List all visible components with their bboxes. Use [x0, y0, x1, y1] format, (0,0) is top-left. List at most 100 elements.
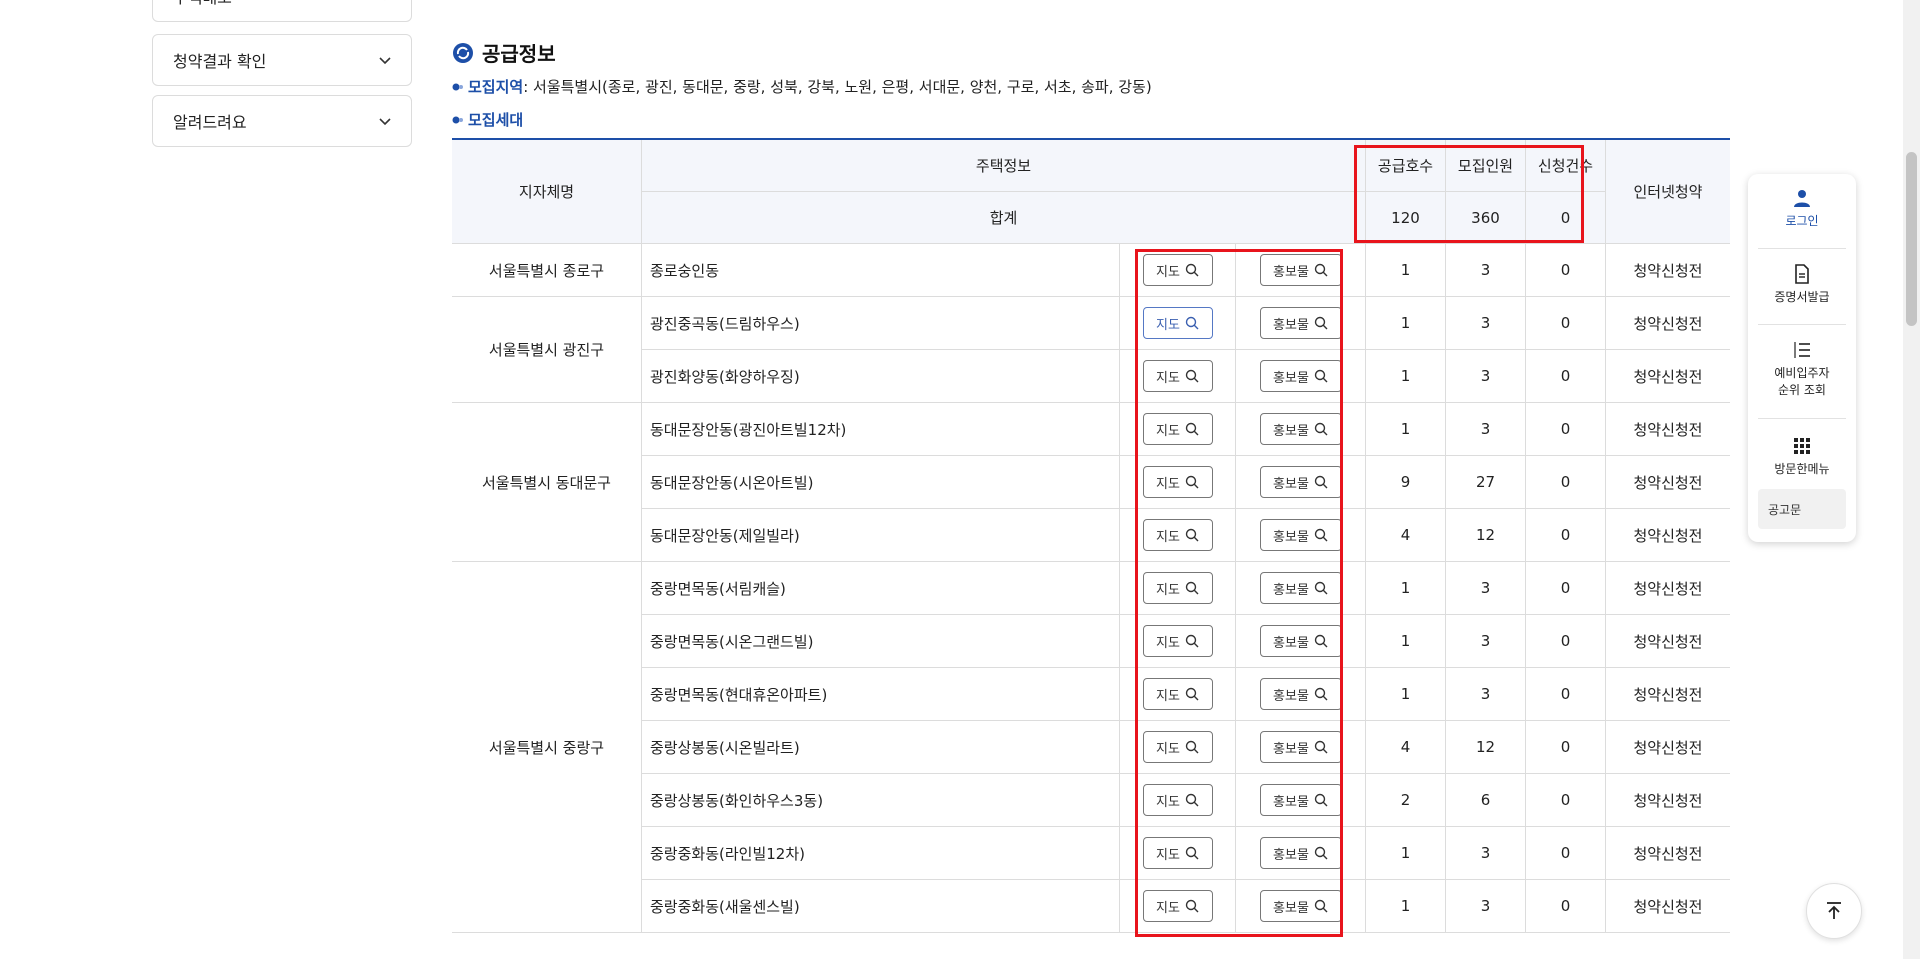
applications-value: 0 [1526, 562, 1606, 614]
map-button[interactable]: 지도 [1142, 254, 1213, 286]
sidebar-item-housing[interactable]: 주택배포 [152, 0, 412, 22]
promo-button[interactable]: 홍보물 [1259, 678, 1342, 710]
table-row: 중랑면목동(시온그랜드빌) 지도 홍보물 1 3 0 청약신청전 [642, 615, 1730, 668]
refresh-circle-icon [453, 42, 473, 63]
divider [1758, 418, 1846, 419]
supply-value: 9 [1366, 456, 1446, 508]
search-icon [1314, 846, 1328, 860]
ranking-button[interactable]: 예비입주자 순위 조회 [1748, 340, 1856, 398]
promo-button[interactable]: 홍보물 [1259, 519, 1342, 551]
supply-value: 1 [1366, 562, 1446, 614]
table-row: 중랑중화동(라인빌12차) 지도 홍보물 1 3 0 청약신청전 [642, 827, 1730, 880]
total-applications: 0 [1526, 192, 1606, 243]
application-status: 청약신청전 [1633, 473, 1703, 492]
supply-value: 4 [1366, 721, 1446, 773]
promo-cell: 홍보물 [1236, 456, 1366, 508]
promo-button[interactable]: 홍보물 [1259, 307, 1342, 339]
search-icon [1185, 581, 1199, 595]
promo-button[interactable]: 홍보물 [1259, 784, 1342, 816]
map-cell: 지도 [1120, 668, 1236, 720]
search-icon [1314, 793, 1328, 807]
promo-button[interactable]: 홍보물 [1259, 890, 1342, 922]
promo-button[interactable]: 홍보물 [1259, 572, 1342, 604]
promo-cell: 홍보물 [1236, 827, 1366, 879]
map-cell: 지도 [1120, 509, 1236, 561]
total-supply: 120 [1366, 192, 1446, 243]
map-button[interactable]: 지도 [1142, 625, 1213, 657]
map-button[interactable]: 지도 [1142, 784, 1213, 816]
application-status: 청약신청전 [1633, 897, 1703, 916]
application-status: 청약신청전 [1633, 685, 1703, 704]
promo-button[interactable]: 홍보물 [1259, 413, 1342, 445]
map-button[interactable]: 지도 [1142, 307, 1213, 339]
applications-value: 0 [1526, 297, 1606, 349]
map-button[interactable]: 지도 [1142, 360, 1213, 392]
map-button[interactable]: 지도 [1142, 413, 1213, 445]
map-button[interactable]: 지도 [1142, 519, 1213, 551]
sidebar-item-notices[interactable]: 알려드려요 [152, 95, 412, 147]
promo-cell: 홍보물 [1236, 880, 1366, 932]
promo-cell: 홍보물 [1236, 562, 1366, 614]
supply-value: 1 [1366, 244, 1446, 296]
application-status: 청약신청전 [1633, 526, 1703, 545]
recruit-region-line: 모집지역 : 서울특별시(종로, 광진, 동대문, 중랑, 성북, 강북, 노원… [452, 76, 1152, 97]
promo-button[interactable]: 홍보물 [1259, 731, 1342, 763]
promo-button-label: 홍보물 [1273, 688, 1309, 704]
map-button[interactable]: 지도 [1142, 731, 1213, 763]
applications-value: 0 [1526, 880, 1606, 932]
recruit-value: 3 [1446, 615, 1526, 667]
visited-menu-button[interactable]: 방문한메뉴 [1748, 436, 1856, 477]
applications-value: 0 [1526, 615, 1606, 667]
certificate-button[interactable]: 증명서발급 [1748, 264, 1856, 305]
map-button[interactable]: 지도 [1142, 466, 1213, 498]
header-housing: 주택정보 [642, 140, 1366, 191]
promo-cell: 홍보물 [1236, 615, 1366, 667]
map-button[interactable]: 지도 [1142, 837, 1213, 869]
housing-name: 중랑면목동(시온그랜드빌) [642, 615, 1120, 667]
housing-name: 종로숭인동 [642, 244, 1120, 296]
promo-button[interactable]: 홍보물 [1259, 254, 1342, 286]
scrollbar-thumb[interactable] [1906, 152, 1917, 326]
recruit-region-value: : 서울특별시(종로, 광진, 동대문, 중랑, 성북, 강북, 노원, 은평,… [523, 78, 1152, 96]
map-button[interactable]: 지도 [1142, 678, 1213, 710]
section-title-text: 공급정보 [482, 42, 556, 66]
chevron-down-icon [384, 0, 386, 1]
map-cell: 지도 [1120, 774, 1236, 826]
promo-button[interactable]: 홍보물 [1259, 837, 1342, 869]
notice-chip[interactable]: 공고문 [1758, 489, 1846, 529]
promo-button[interactable]: 홍보물 [1259, 466, 1342, 498]
map-button[interactable]: 지도 [1142, 890, 1213, 922]
chevron-down-icon [379, 57, 391, 65]
login-button[interactable]: 로그인 [1748, 188, 1856, 229]
search-icon [1185, 793, 1199, 807]
promo-button-label: 홍보물 [1273, 847, 1309, 863]
list-icon [1794, 342, 1810, 358]
promo-button-label: 홍보물 [1273, 582, 1309, 598]
promo-button-label: 홍보물 [1273, 264, 1309, 280]
housing-name: 동대문장안동(광진아트빌12차) [642, 403, 1120, 455]
table-row: 중랑면목동(현대휴온아파트) 지도 홍보물 1 3 0 청약신청전 [642, 668, 1730, 721]
supply-value: 4 [1366, 509, 1446, 561]
supply-table: 지자체명 주택정보 공급호수 모집인원 신청건수 인터넷청약 합계 120 36… [452, 138, 1730, 933]
map-button-label: 지도 [1156, 794, 1180, 810]
bullet-icon [452, 116, 463, 123]
supply-value: 1 [1366, 668, 1446, 720]
sidebar-item-label: 주택배포 [173, 0, 232, 8]
table-row: 동대문장안동(시온아트빌) 지도 홍보물 9 27 0 청약신청전 [642, 456, 1730, 509]
header-supply: 공급호수 [1366, 140, 1446, 191]
application-status: 청약신청전 [1633, 367, 1703, 386]
back-to-top-button[interactable] [1806, 883, 1862, 939]
scrollbar-track[interactable] [1903, 0, 1920, 959]
map-button[interactable]: 지도 [1142, 572, 1213, 604]
search-icon [1185, 899, 1199, 913]
promo-button[interactable]: 홍보물 [1259, 625, 1342, 657]
recruit-household-line: 모집세대 [452, 109, 523, 130]
supply-value: 1 [1366, 827, 1446, 879]
map-button-label: 지도 [1156, 264, 1180, 280]
map-cell: 지도 [1120, 244, 1236, 296]
sidebar-item-results[interactable]: 청약결과 확인 [152, 34, 412, 86]
recruit-value: 3 [1446, 403, 1526, 455]
application-status: 청약신청전 [1633, 579, 1703, 598]
promo-button[interactable]: 홍보물 [1259, 360, 1342, 392]
supply-value: 1 [1366, 880, 1446, 932]
